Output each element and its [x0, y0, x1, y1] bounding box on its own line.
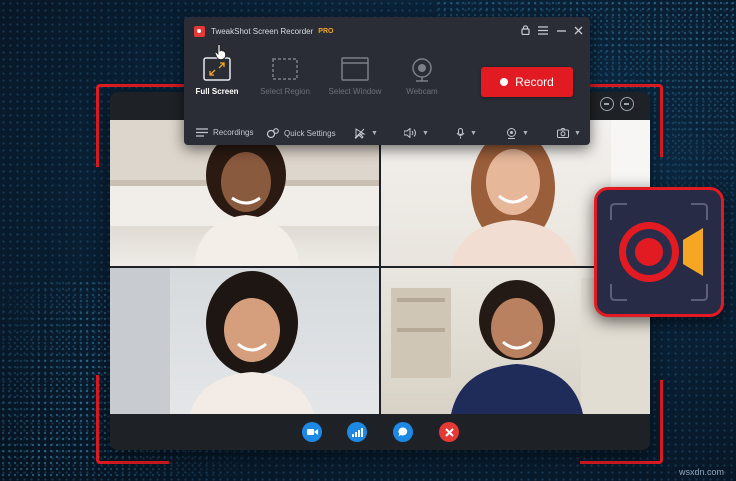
microphone-icon	[456, 128, 465, 139]
minimize-icon[interactable]	[554, 23, 568, 37]
call-controls	[110, 414, 650, 450]
select-window-icon	[341, 57, 369, 81]
chevron-down-icon: ▼	[574, 129, 581, 137]
mode-label: Select Window	[328, 87, 382, 96]
webcam-icon	[507, 128, 516, 139]
camera-icon	[557, 128, 569, 138]
hand-cursor-icon	[214, 44, 226, 60]
mode-select-region[interactable]: Select Region	[252, 57, 318, 96]
menu-icon[interactable]	[536, 23, 550, 37]
participant-tile	[110, 268, 379, 414]
lock-icon[interactable]	[518, 23, 532, 37]
recordings-button[interactable]: Recordings	[196, 128, 253, 137]
app-logo-icon	[194, 25, 205, 37]
chevron-down-icon: ▼	[422, 129, 429, 137]
quick-settings-button[interactable]: Quick Settings	[266, 128, 336, 139]
video-call-window	[110, 92, 650, 450]
chevron-down-icon: ▼	[470, 130, 477, 137]
app-icon-badge	[594, 187, 724, 317]
speaker-dropdown[interactable]: ▼	[404, 128, 429, 138]
speaker-icon	[404, 128, 416, 138]
participant-grid	[110, 120, 650, 414]
settings-icon	[266, 128, 279, 139]
full-screen-icon	[203, 57, 231, 81]
mode-label: Select Region	[260, 87, 310, 96]
recorder-toolbar: TweakShot Screen Recorder PRO Full Scree…	[184, 17, 590, 145]
screenshot-dropdown[interactable]: ▼	[557, 128, 581, 138]
chevron-down-icon: ▼	[371, 130, 378, 137]
record-button[interactable]: Record	[481, 67, 573, 97]
mode-webcam[interactable]: Webcam	[389, 57, 455, 96]
record-camera-icon	[610, 203, 708, 301]
recorder-footer: Recordings Quick Settings ▼ ▼ ▼ ▼ ▼	[184, 123, 590, 145]
record-dot-icon	[500, 78, 509, 86]
app-title: TweakShot Screen Recorder	[211, 26, 314, 36]
close-icon[interactable]	[571, 23, 585, 37]
chat-icon[interactable]	[393, 422, 413, 442]
recorder-titlebar: TweakShot Screen Recorder PRO	[194, 23, 333, 39]
mode-label: Full Screen	[195, 87, 239, 96]
quick-settings-label: Quick Settings	[284, 129, 336, 138]
restore-icon[interactable]	[620, 97, 634, 111]
microphone-dropdown[interactable]: ▼	[456, 128, 477, 139]
mode-select-window[interactable]: Select Window	[322, 57, 388, 96]
record-label: Record	[515, 75, 554, 89]
webcam-dropdown[interactable]: ▼	[506, 128, 529, 139]
watermark: wsxdn.com	[678, 467, 724, 477]
mode-full-screen[interactable]: Full Screen	[184, 57, 250, 96]
participant-video	[110, 268, 314, 414]
cursor-effect-icon	[354, 128, 366, 139]
select-region-icon	[271, 57, 299, 81]
recordings-label: Recordings	[213, 128, 254, 137]
chevron-down-icon: ▼	[522, 130, 529, 137]
webcam-icon	[408, 57, 436, 82]
pro-badge: PRO	[318, 27, 334, 35]
signal-icon[interactable]	[347, 422, 367, 442]
end-call-icon[interactable]	[439, 422, 459, 442]
list-icon	[196, 128, 208, 137]
mode-label: Webcam	[406, 87, 438, 96]
minimize-icon[interactable]	[600, 97, 614, 111]
cursor-effects-dropdown[interactable]: ▼	[354, 128, 378, 139]
video-icon[interactable]	[302, 422, 322, 442]
